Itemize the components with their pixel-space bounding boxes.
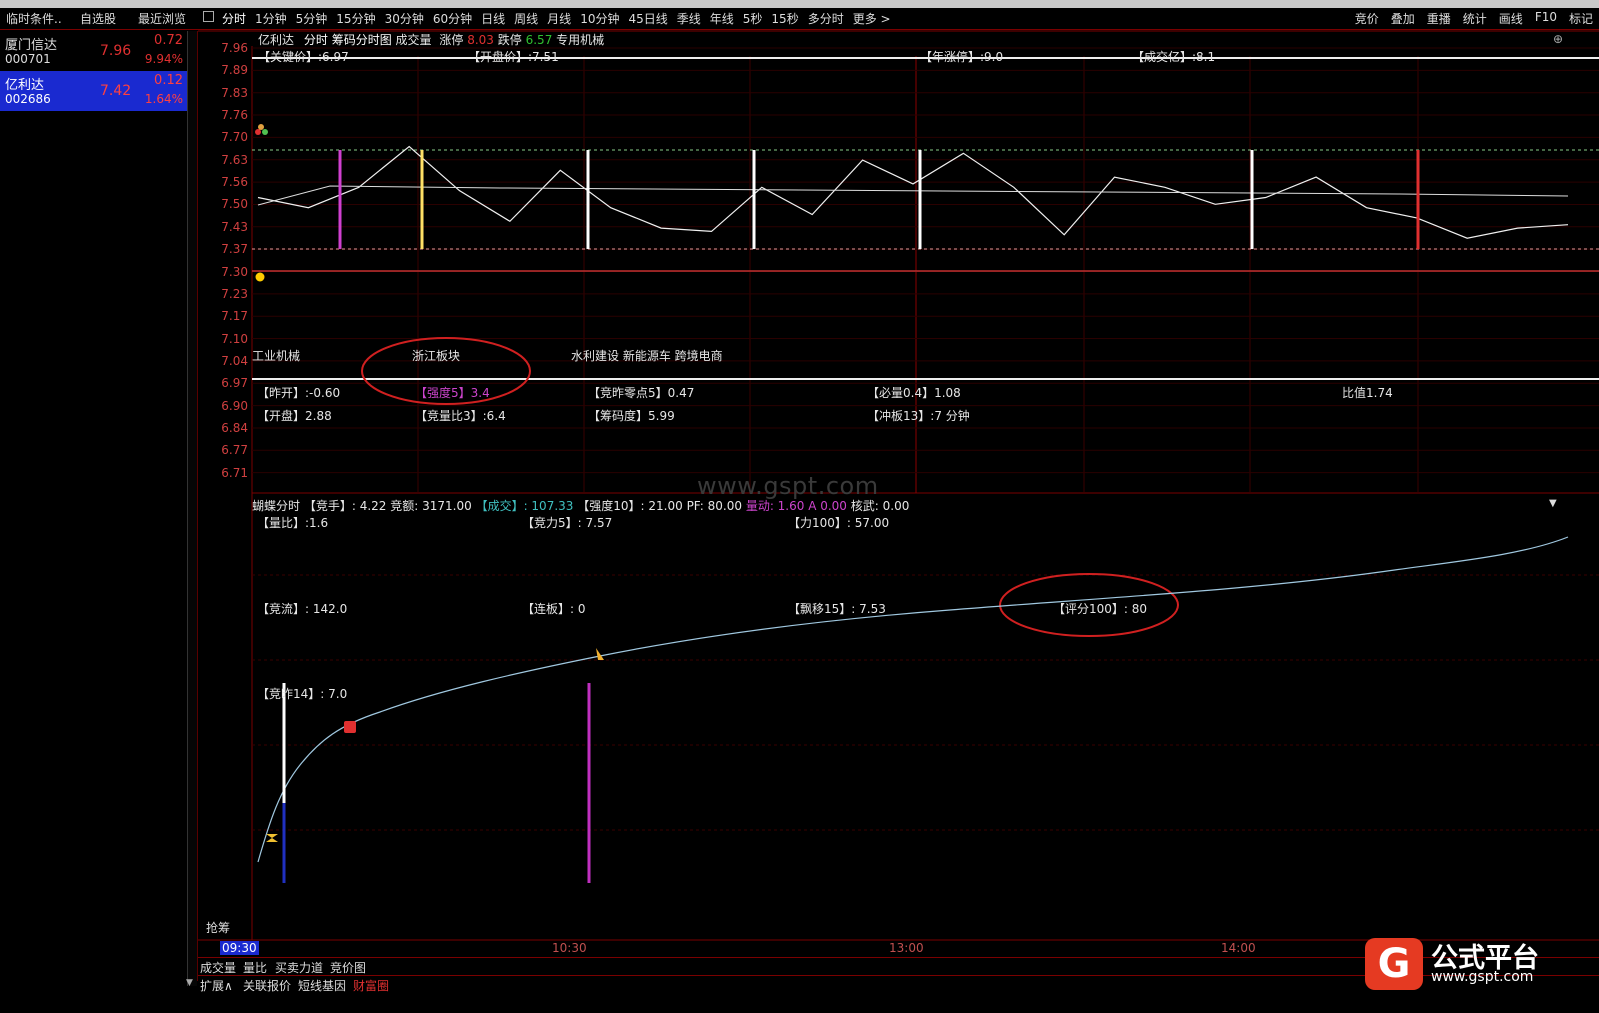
price-tick-label: 6.90 [221, 398, 248, 413]
pf-value: PF: 80.00 [686, 499, 742, 513]
logo-mark: G [1365, 938, 1423, 990]
lower-chart-header: 蝴蝶分时 【竞手】: 4.22 竞额: 3171.00 【成交】: 107.33… [252, 497, 909, 514]
limit-up-value: 8.03 [467, 33, 494, 47]
tab-short-gene[interactable]: 短线基因 [298, 977, 346, 994]
limit-up-label: 涨停 [439, 33, 464, 47]
butterfly-icon [266, 834, 278, 842]
price-tick-label: 7.70 [221, 130, 248, 145]
indicator-jingzuo14: 【竞昨14】: 7.0 [257, 687, 348, 701]
indicator-choumadu: 【筹码度】5.99 [588, 409, 675, 423]
price-tick-label: 7.10 [221, 331, 248, 346]
indicator-jingzuo: 【竞昨零点5】0.47 [588, 386, 695, 400]
time-label: 14:00 [1221, 941, 1256, 955]
cursor-hand-icon [596, 648, 604, 660]
indicator-piaoyi: 【飘移15】: 7.53 [788, 602, 886, 616]
price-tick-label: 7.50 [221, 197, 248, 212]
price-tick-label: 7.83 [221, 85, 248, 100]
watermark: www.gspt.com [697, 472, 879, 500]
indicator-biliang: 【必量0.4】1.08 [867, 386, 961, 400]
year-limit-up: 【年涨停】:9.0 [920, 50, 1004, 64]
jingshou-value: 【竞手】: 4.22 [303, 499, 387, 513]
chengjiao-value: 【成交】: 107.33 [475, 499, 574, 513]
volume-link[interactable]: 成交量 [396, 33, 432, 47]
limit-down-value: 6.57 [525, 33, 553, 47]
indicator-bizhi: 比值1.74 [1342, 386, 1393, 400]
indicator-lianban: 【连板】: 0 [522, 602, 586, 616]
tab-auction-chart[interactable]: 竞价图 [330, 959, 366, 976]
cluster-dot [255, 129, 261, 135]
price-tick-label: 7.43 [221, 219, 248, 234]
liangdong-value: 量动: 1.60 A 0.00 [745, 499, 847, 513]
price-tick-label: 6.71 [221, 465, 248, 480]
indicator-jingliangbi: 【竞量比3】:6.4 [415, 409, 506, 423]
price-tick-label: 7.56 [221, 175, 248, 190]
qiangchou-button[interactable]: 抢筹 [206, 919, 230, 936]
gspt-logo: G 公式平台 www.gspt.com [1365, 938, 1565, 990]
sector-tag: 浙江板块 [412, 349, 461, 363]
average-price-line [257, 185, 1569, 206]
indicator-zuokai: 【昨开】:-0.60 [257, 386, 341, 400]
time-label: 09:30 [220, 941, 259, 955]
hewu-value: 核武: 0.00 [850, 499, 910, 513]
butterfly-curve [257, 536, 1569, 863]
sector-tag: 工业机械 [252, 349, 301, 363]
chart-mode[interactable]: 分时 [304, 33, 328, 47]
sector-tag: 水利建设 新能源车 跨境电商 [571, 349, 723, 363]
lower-chart-marks [257, 536, 1569, 883]
chip-chart-link[interactable]: 筹码分时图 [332, 33, 392, 47]
price-tick-label: 6.84 [221, 420, 248, 435]
time-label: 10:30 [552, 941, 587, 955]
turnover: 【成交亿】:8.1 [1132, 50, 1216, 64]
qiangdu10-value: 【强度10】: 21.00 [577, 499, 683, 513]
indicator-qiangdu: 【强度5】3.4 [415, 386, 490, 400]
chart-stock-name: 亿利达 [258, 33, 295, 47]
indicator-kaipan: 【开盘】2.88 [257, 409, 332, 423]
tab-buysell-force[interactable]: 买卖力道 [275, 959, 323, 976]
tab-liangbi[interactable]: 量比 [243, 959, 267, 976]
price-tick-label: 6.97 [221, 376, 248, 391]
lower-chart-title: 蝴蝶分时 [252, 499, 301, 513]
price-tick-label: 6.77 [221, 443, 248, 458]
price-tick-label: 7.89 [221, 63, 248, 78]
price-tick-label: 7.04 [221, 353, 248, 368]
price-tick-label: 7.37 [221, 242, 248, 257]
indicator-jingliu: 【竞流】: 142.0 [257, 602, 348, 616]
price-tick-label: 7.63 [221, 152, 248, 167]
indicator-chongban: 【冲板13】:7 分钟 [867, 409, 970, 423]
tab-wealth-circle[interactable]: 财富圈 [353, 977, 389, 994]
settings-icon[interactable]: ⊕ [1553, 32, 1563, 46]
tab-expand[interactable]: 扩展∧ [200, 977, 233, 994]
cluster-dot [258, 124, 264, 130]
price-tick-label: 7.17 [221, 309, 248, 324]
chevron-down-icon[interactable]: ▼ [186, 978, 193, 988]
chevron-down-icon[interactable]: ▼ [1549, 498, 1557, 509]
price-tick-label: 7.96 [221, 41, 248, 55]
sector-label: 专用机械 [556, 33, 605, 47]
open-price: 【开盘价】:7.51 [468, 50, 559, 64]
logo-url: www.gspt.com [1431, 969, 1534, 985]
signal-marker-icon [344, 721, 356, 733]
yellow-dot [255, 272, 265, 282]
cluster-dot [262, 129, 268, 135]
indicator-jingli: 【竞力5】: 7.57 [522, 516, 613, 530]
price-tick-label: 7.76 [221, 108, 248, 123]
tab-related-quotes[interactable]: 关联报价 [243, 977, 291, 994]
chart-header: 亿利达 分时 筹码分时图 成交量 涨停 8.03 跌停 6.57 专用机械 [258, 31, 604, 48]
price-tick-label: 7.23 [221, 286, 248, 301]
time-label: 13:00 [889, 941, 924, 955]
tab-volume[interactable]: 成交量 [200, 959, 236, 976]
key-price: 【关键价】:6.97 [258, 50, 349, 64]
jinge-value: 竞额: 3171.00 [390, 499, 472, 513]
indicator-liangbi: 【量比】:1.6 [257, 516, 329, 530]
price-tick-label: 7.30 [221, 264, 248, 279]
chart-grid [198, 30, 1599, 941]
price-line [257, 145, 1569, 239]
indicator-li100: 【力100】: 57.00 [788, 516, 890, 530]
indicator-pingfen: 【评分100】: 80 [1053, 602, 1148, 616]
limit-down-label: 跌停 [497, 33, 522, 47]
